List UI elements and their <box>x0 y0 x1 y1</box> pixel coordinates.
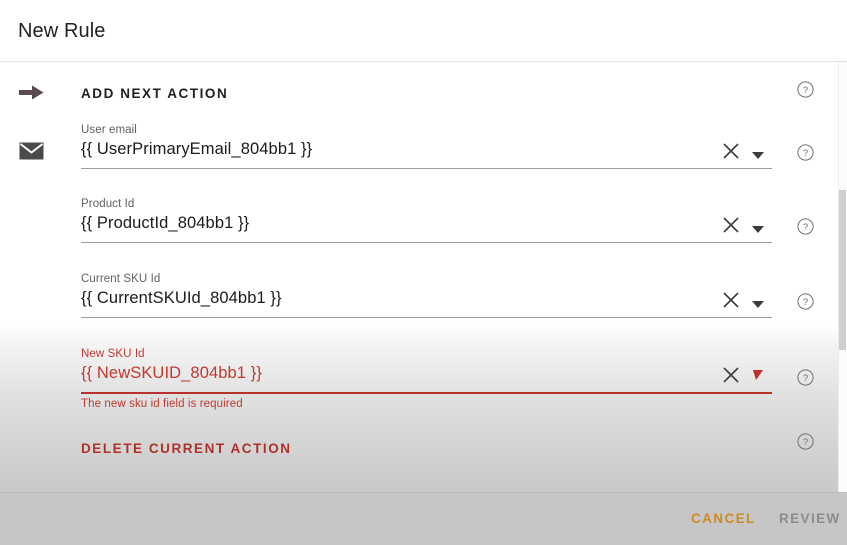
page-title: New Rule <box>18 20 106 42</box>
add-next-action-label[interactable]: ADD NEXT ACTION <box>81 86 228 101</box>
chevron-down-icon[interactable] <box>753 368 764 380</box>
help-circle-icon[interactable]: ? <box>797 369 814 386</box>
delete-current-action-label[interactable]: DELETE CURRENT ACTION <box>81 441 292 456</box>
dialog-body: ADD NEXT ACTION User email {{ UserPrimar… <box>0 62 847 492</box>
svg-text:?: ? <box>803 297 808 308</box>
field-label: Current SKU Id <box>81 273 161 285</box>
svg-text:?: ? <box>803 148 808 159</box>
clear-x-icon[interactable] <box>720 140 742 162</box>
field-value[interactable]: {{ CurrentSKUId_804bb1 }} <box>81 289 282 308</box>
dialog-header: New Rule <box>0 0 847 61</box>
field-value[interactable]: {{ ProductId_804bb1 }} <box>81 214 249 233</box>
field-label: User email <box>81 124 137 136</box>
clear-x-icon[interactable] <box>720 289 742 311</box>
field-underline <box>81 392 772 394</box>
clear-x-icon[interactable] <box>720 364 742 386</box>
delete-current-action-row[interactable]: DELETE CURRENT ACTION <box>0 435 847 465</box>
clear-x-icon[interactable] <box>720 214 742 236</box>
field-value[interactable]: {{ NewSKUID_804bb1 }} <box>81 364 262 383</box>
svg-text:?: ? <box>803 222 808 233</box>
dialog-footer: CANCEL REVIEW <box>0 492 847 545</box>
new-rule-dialog: New Rule ADD NEXT ACTION User email {{ U… <box>0 0 847 545</box>
cancel-button[interactable]: CANCEL <box>691 511 756 526</box>
field-underline <box>81 317 772 318</box>
field-underline <box>81 168 772 169</box>
vertical-scrollbar-thumb[interactable] <box>839 190 846 350</box>
chevron-down-icon[interactable] <box>752 221 764 233</box>
help-circle-icon[interactable]: ? <box>797 144 814 161</box>
envelope-icon <box>19 142 44 160</box>
field-value[interactable]: {{ UserPrimaryEmail_804bb1 }} <box>81 140 312 159</box>
field-label: New SKU Id <box>81 348 145 360</box>
field-label: Product Id <box>81 198 135 210</box>
help-circle-icon[interactable]: ? <box>797 293 814 310</box>
svg-text:?: ? <box>803 437 808 448</box>
help-circle-icon[interactable]: ? <box>797 218 814 235</box>
field-error-message: The new sku id field is required <box>81 398 243 410</box>
chevron-down-icon[interactable] <box>752 296 764 308</box>
review-button[interactable]: REVIEW <box>779 511 841 526</box>
svg-text:?: ? <box>803 373 808 384</box>
help-circle-icon[interactable]: ? <box>797 433 814 450</box>
add-next-action-row[interactable]: ADD NEXT ACTION <box>0 76 847 108</box>
field-underline <box>81 242 772 243</box>
svg-text:?: ? <box>803 85 808 96</box>
arrow-right-icon <box>19 85 44 100</box>
chevron-down-icon[interactable] <box>752 147 764 159</box>
help-circle-icon[interactable]: ? <box>797 81 814 98</box>
